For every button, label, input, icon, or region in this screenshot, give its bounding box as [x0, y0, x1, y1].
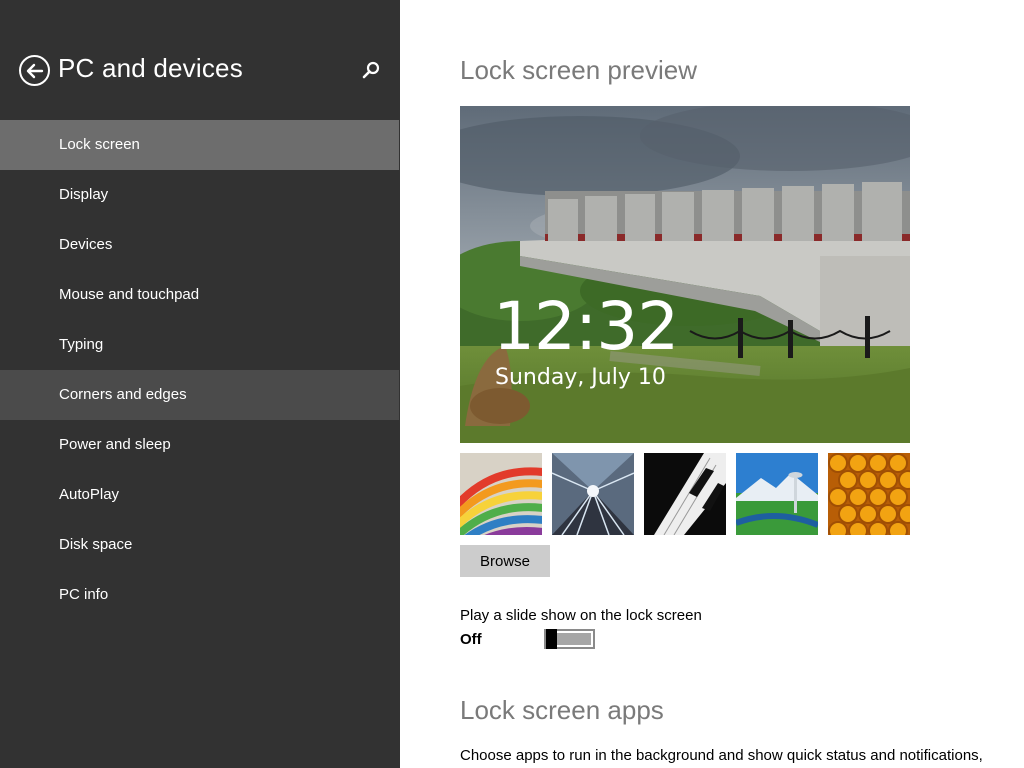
- sidebar-item-pc-info[interactable]: PC info: [0, 570, 399, 620]
- thumbnail-train-tunnel[interactable]: [552, 453, 634, 535]
- sidebar-item-disk-space[interactable]: Disk space: [0, 520, 399, 570]
- search-button[interactable]: [360, 60, 382, 82]
- thumbnail-colorful-stripes[interactable]: [460, 453, 542, 535]
- main-content: Lock screen preview 12:32 Sunday, July 1…: [400, 0, 1024, 768]
- lock-screen-apps-description: Choose apps to run in the background and…: [460, 747, 983, 764]
- toggle-track: [556, 633, 591, 645]
- lock-screen-date: Sunday, July 10: [495, 365, 666, 390]
- background-thumbnails: [460, 453, 910, 535]
- settings-nav: Lock screen Display Devices Mouse and touch…: [0, 120, 399, 620]
- pripyat-photo: [460, 106, 910, 443]
- page-title: PC and devices: [58, 53, 243, 83]
- lock-screen-apps-heading: Lock screen apps: [460, 695, 664, 725]
- sidebar-item-display[interactable]: Display: [0, 170, 399, 220]
- browse-button[interactable]: Browse: [460, 545, 550, 577]
- lock-screen-preview-heading: Lock screen preview: [460, 55, 697, 85]
- back-arrow-circle-icon: [26, 63, 43, 78]
- back-button[interactable]: [19, 55, 50, 86]
- thumbnail-piano-keys[interactable]: [644, 453, 726, 535]
- lock-screen-preview-image: 12:32 Sunday, July 10: [460, 106, 910, 443]
- sidebar-item-power-and-sleep[interactable]: Power and sleep: [0, 420, 399, 470]
- thumbnail-seattle-skyline[interactable]: [736, 453, 818, 535]
- sidebar-item-typing[interactable]: Typing: [0, 320, 399, 370]
- lock-screen-clock: 12:32: [493, 288, 679, 365]
- sidebar-item-mouse-and-touchpad[interactable]: Mouse and touchpad: [0, 270, 399, 320]
- thumbnail-honeycomb[interactable]: [828, 453, 910, 535]
- slideshow-toggle-state: Off: [460, 631, 482, 648]
- slideshow-label: Play a slide show on the lock screen: [460, 607, 702, 624]
- sidebar-item-corners-and-edges[interactable]: Corners and edges: [0, 370, 399, 420]
- sidebar-item-lock-screen[interactable]: Lock screen: [0, 120, 399, 170]
- toggle-knob[interactable]: [546, 629, 557, 649]
- slideshow-toggle[interactable]: [544, 629, 595, 649]
- sidebar-item-devices[interactable]: Devices: [0, 220, 399, 270]
- sidebar: PC and devices Lock screen Display Devices…: [0, 0, 400, 768]
- search-icon: [362, 61, 380, 79]
- sidebar-item-autoplay[interactable]: AutoPlay: [0, 470, 399, 520]
